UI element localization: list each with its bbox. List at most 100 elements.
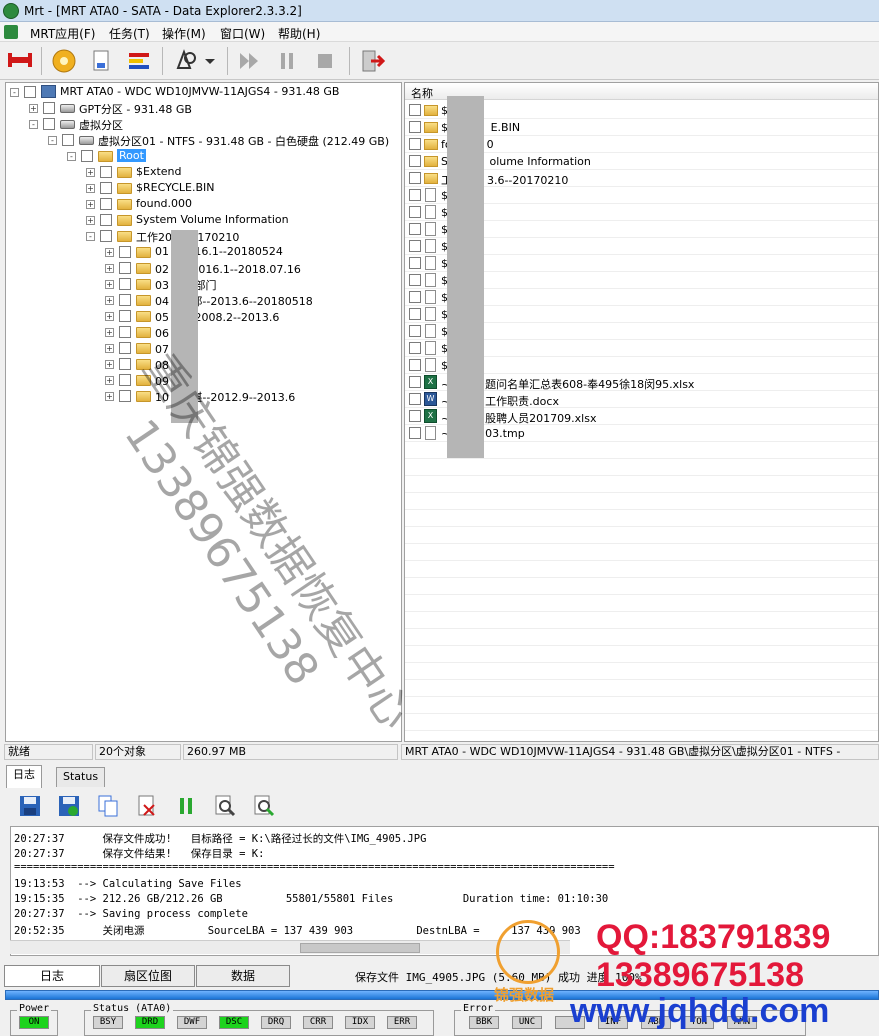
tree-checkbox[interactable] <box>100 166 112 178</box>
file-checkbox[interactable] <box>409 189 421 201</box>
expand-icon[interactable]: + <box>86 168 95 177</box>
tree-row[interactable]: + found.000 <box>6 196 401 212</box>
menu-mrt-app[interactable]: MRT应用(F) <box>30 25 95 42</box>
file-checkbox[interactable] <box>409 325 421 337</box>
tree-row[interactable]: + $RECYCLE.BIN <box>6 180 401 196</box>
tree-row[interactable]: +04 部--邵--2013.6--20180518 <box>6 292 401 308</box>
tree-row[interactable]: +02 会--2016.1--2018.07.16 <box>6 260 401 276</box>
expand-icon[interactable]: + <box>105 280 114 289</box>
tree-row[interactable]: +09 申报 <box>6 372 401 388</box>
tree-checkbox[interactable] <box>119 374 131 386</box>
tree-checkbox[interactable] <box>43 102 55 114</box>
file-checkbox[interactable] <box>409 393 421 405</box>
collapse-icon[interactable]: - <box>29 120 38 129</box>
file-checkbox[interactable] <box>409 121 421 133</box>
tree-checkbox[interactable] <box>62 134 74 146</box>
expand-icon[interactable]: + <box>105 248 114 257</box>
mrt-menu-icon[interactable] <box>4 25 18 39</box>
find-log-button[interactable] <box>213 794 237 818</box>
tree-row[interactable]: +01 --2016.1--20180524 <box>6 244 401 260</box>
file-checkbox[interactable] <box>409 138 421 150</box>
expand-icon[interactable]: + <box>105 344 114 353</box>
menu-window[interactable]: 窗口(W) <box>220 25 265 42</box>
pause-log-button[interactable] <box>174 794 198 818</box>
expand-icon[interactable]: + <box>86 216 95 225</box>
copy-log-button[interactable] <box>96 794 120 818</box>
log-horizontal-scrollbar[interactable] <box>10 940 570 954</box>
file-checkbox[interactable] <box>409 274 421 286</box>
find-next-log-button[interactable] <box>252 794 276 818</box>
tab-status[interactable]: Status <box>56 767 106 787</box>
tree-row[interactable]: +08 证书 <box>6 356 401 372</box>
tab-data[interactable]: 数据 <box>196 965 290 987</box>
file-checkbox[interactable] <box>409 257 421 269</box>
file-checkbox[interactable] <box>409 342 421 354</box>
save-log-button[interactable] <box>18 794 42 818</box>
play-button[interactable] <box>234 46 264 76</box>
tree-row[interactable]: - Root <box>6 148 401 164</box>
tree-checkbox[interactable] <box>119 262 131 274</box>
recover-button[interactable] <box>170 46 200 76</box>
expand-icon[interactable]: + <box>105 360 114 369</box>
expand-icon[interactable]: + <box>105 376 114 385</box>
file-checkbox[interactable] <box>409 308 421 320</box>
save-as-log-button[interactable] <box>57 794 81 818</box>
sector-view-button[interactable] <box>124 46 154 76</box>
tab-sector-bitmap[interactable]: 扇区位图 <box>101 965 195 987</box>
tree-row[interactable]: - 工作20 --20170210 <box>6 228 401 244</box>
tree-checkbox[interactable] <box>119 310 131 322</box>
tab-bottom-log[interactable]: 日志 <box>4 965 100 987</box>
tree-checkbox[interactable] <box>100 230 112 242</box>
log-output[interactable]: 20:27:37 保存文件成功! 目标路径 = K:\路径过长的文件\IMG_4… <box>10 826 879 956</box>
expand-icon[interactable]: + <box>105 392 114 401</box>
collapse-icon[interactable]: - <box>86 232 95 241</box>
file-checkbox[interactable] <box>409 376 421 388</box>
settings-button[interactable] <box>49 46 79 76</box>
menu-task[interactable]: 任务(T) <box>109 25 150 42</box>
expand-icon[interactable]: + <box>105 328 114 337</box>
tree-checkbox[interactable] <box>119 358 131 370</box>
tab-log[interactable]: 日志 <box>6 765 42 788</box>
tree-checkbox[interactable] <box>119 342 131 354</box>
tree-row[interactable]: - 虚拟分区 <box>6 116 401 132</box>
tree-row[interactable]: +06 工作 <box>6 324 401 340</box>
tree-checkbox[interactable] <box>119 278 131 290</box>
tree-checkbox[interactable] <box>119 390 131 402</box>
collapse-icon[interactable]: - <box>67 152 76 161</box>
expand-icon[interactable]: + <box>105 264 114 273</box>
pause-button[interactable] <box>272 46 302 76</box>
tree-checkbox[interactable] <box>81 150 93 162</box>
exit-button[interactable] <box>357 46 387 76</box>
collapse-icon[interactable]: - <box>48 136 57 145</box>
tree-row[interactable]: + System Volume Information <box>6 212 401 228</box>
expand-icon[interactable]: + <box>105 296 114 305</box>
scrollbar-thumb[interactable] <box>300 943 420 953</box>
tree-row[interactable]: + $Extend <box>6 164 401 180</box>
file-checkbox[interactable] <box>409 104 421 116</box>
expand-icon[interactable]: + <box>29 104 38 113</box>
connect-button[interactable] <box>5 46 35 76</box>
tree-checkbox[interactable] <box>24 86 36 98</box>
file-checkbox[interactable] <box>409 359 421 371</box>
expand-icon[interactable]: + <box>105 312 114 321</box>
menu-operation[interactable]: 操作(M) <box>162 25 206 42</box>
file-checkbox[interactable] <box>409 427 421 439</box>
expand-icon[interactable]: + <box>86 200 95 209</box>
file-checkbox[interactable] <box>409 410 421 422</box>
tree-checkbox[interactable] <box>119 246 131 258</box>
tree-checkbox[interactable] <box>100 182 112 194</box>
tree-checkbox[interactable] <box>43 118 55 130</box>
file-checkbox[interactable] <box>409 172 421 184</box>
tree-row[interactable]: +05 工作2008.2--2013.6 <box>6 308 401 324</box>
stop-button[interactable] <box>310 46 340 76</box>
tree-row[interactable]: +10 部--谌--2012.9--2013.6 <box>6 388 401 404</box>
recover-dropdown-button[interactable] <box>201 46 219 76</box>
file-checkbox[interactable] <box>409 206 421 218</box>
tree-checkbox[interactable] <box>119 326 131 338</box>
file-checkbox[interactable] <box>409 291 421 303</box>
tree-row[interactable]: + GPT分区 - 931.48 GB <box>6 100 401 116</box>
expand-icon[interactable]: + <box>86 184 95 193</box>
file-checkbox[interactable] <box>409 240 421 252</box>
tree-row[interactable]: - MRT ATA0 - WDC WD10JMVW-11AJGS4 - 931.4… <box>6 84 401 100</box>
file-checkbox[interactable] <box>409 223 421 235</box>
